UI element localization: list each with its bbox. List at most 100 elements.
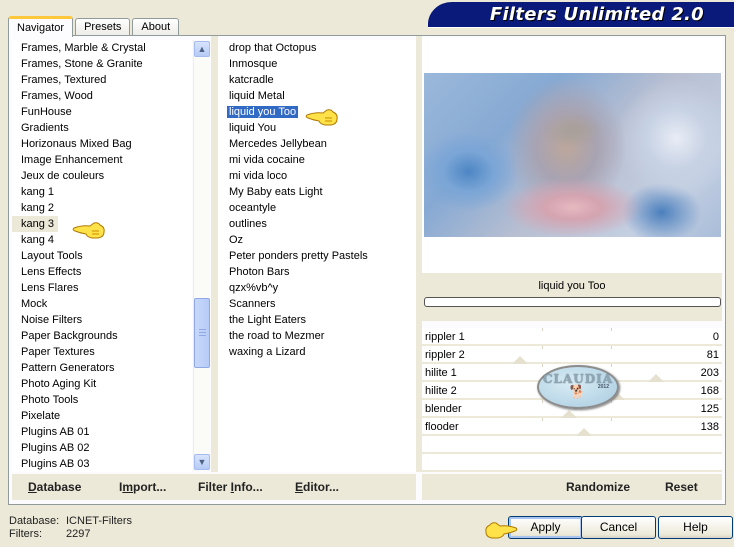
- category-item[interactable]: Pixelate: [12, 408, 192, 424]
- scroll-up-button[interactable]: ▲: [194, 41, 210, 57]
- category-scrollbar[interactable]: ▲ ▼: [193, 40, 210, 471]
- slider-thumb[interactable]: [576, 428, 592, 436]
- filter-item[interactable]: My Baby eats Light: [218, 184, 416, 200]
- database-label: Database:: [9, 515, 60, 527]
- filter-list[interactable]: drop that Octopus Inmosque katcradle liquid…: [218, 40, 416, 472]
- filter-item[interactable]: qzx%vb^y: [218, 280, 416, 296]
- category-item[interactable]: Layout Tools: [12, 248, 192, 264]
- help-button[interactable]: Help: [658, 516, 733, 539]
- category-item[interactable]: Photo Tools: [12, 392, 192, 408]
- import-button[interactable]: Import...: [119, 480, 166, 494]
- slider-thumb[interactable]: [648, 374, 664, 382]
- filter-label: drop that Octopus: [229, 42, 317, 54]
- filter-item[interactable]: outlines: [218, 216, 416, 232]
- filter-label: mi vida loco: [229, 170, 288, 182]
- filter-item[interactable]: the road to Mezmer: [218, 328, 416, 344]
- tab-presets[interactable]: Presets: [75, 18, 131, 36]
- category-item[interactable]: FunHouse: [12, 104, 192, 120]
- cancel-button[interactable]: Cancel: [581, 516, 656, 539]
- filter-label: Peter ponders pretty Pastels: [229, 250, 368, 262]
- tab-navigator[interactable]: Navigator: [8, 16, 74, 37]
- category-label: Lens Effects: [21, 266, 82, 278]
- category-item[interactable]: Lens Flares: [12, 280, 192, 296]
- category-item[interactable]: Lens Effects: [12, 264, 192, 280]
- filter-item[interactable]: Inmosque: [218, 56, 416, 72]
- editor-button[interactable]: Editor...: [295, 480, 339, 494]
- parameter-slider[interactable]: flooder 138: [422, 418, 722, 436]
- filter-item[interactable]: oceantyle: [218, 200, 416, 216]
- category-item[interactable]: kang 1: [12, 184, 192, 200]
- filter-label: waxing a Lizard: [229, 346, 306, 358]
- database-button[interactable]: Database: [28, 480, 81, 494]
- category-label: Paper Textures: [21, 346, 95, 358]
- slider-value: 138: [700, 421, 719, 433]
- category-label: Frames, Textured: [21, 74, 107, 86]
- category-item[interactable]: Paper Backgrounds: [12, 328, 192, 344]
- slider-thumb[interactable]: [561, 410, 577, 418]
- category-item[interactable]: Plugins AB 02: [12, 440, 192, 456]
- filter-item[interactable]: waxing a Lizard: [218, 344, 416, 360]
- category-item[interactable]: Jeux de couleurs: [12, 168, 192, 184]
- category-item[interactable]: Gradients: [12, 120, 192, 136]
- scroll-thumb[interactable]: [194, 298, 210, 368]
- category-label: Lens Flares: [21, 282, 79, 294]
- preview-filter-name: liquid you Too: [538, 280, 606, 292]
- filters-count: 2297: [66, 528, 91, 540]
- preview-actions: Randomize Reset: [422, 474, 722, 500]
- filter-label: qzx%vb^y: [229, 282, 279, 294]
- slider-label: flooder: [425, 421, 459, 433]
- filter-item[interactable]: Photon Bars: [218, 264, 416, 280]
- slider-value: 0: [712, 331, 719, 343]
- pointing-hand-icon: [305, 109, 338, 126]
- filter-item[interactable]: drop that Octopus: [218, 40, 416, 56]
- slider-tick: [611, 328, 612, 331]
- filter-item[interactable]: liquid Metal: [218, 88, 416, 104]
- slider-tick: [542, 346, 543, 349]
- category-item[interactable]: Frames, Textured: [12, 72, 192, 88]
- category-item[interactable]: Mock: [12, 296, 192, 312]
- filter-label: Scanners: [229, 298, 276, 310]
- filter-item[interactable]: mi vida cocaine: [218, 152, 416, 168]
- filter-item[interactable]: Peter ponders pretty Pastels: [218, 248, 416, 264]
- filter-item[interactable]: Scanners: [218, 296, 416, 312]
- category-item[interactable]: Noise Filters: [12, 312, 192, 328]
- filter-info-button[interactable]: Filter Info...: [198, 480, 263, 494]
- category-item[interactable]: Pattern Generators: [12, 360, 192, 376]
- filter-label: oceantyle: [229, 202, 277, 214]
- category-item[interactable]: Plugins AB 01: [12, 424, 192, 440]
- filter-item[interactable]: katcradle: [218, 72, 416, 88]
- category-list[interactable]: Frames, Marble & Crystal Frames, Stone & …: [12, 40, 192, 472]
- scroll-down-button[interactable]: ▼: [194, 454, 210, 470]
- slider-tick: [542, 328, 543, 331]
- filter-label: Oz: [229, 234, 244, 246]
- pointing-hand-icon: [72, 222, 105, 239]
- reset-button[interactable]: Reset: [665, 480, 698, 494]
- slider-thumb[interactable]: [512, 356, 528, 364]
- filter-item[interactable]: Oz: [218, 232, 416, 248]
- preview-image[interactable]: [424, 73, 721, 237]
- category-label: Frames, Wood: [21, 90, 93, 102]
- slider-tick: [542, 364, 543, 367]
- category-item[interactable]: Horizonaus Mixed Bag: [12, 136, 192, 152]
- tab-about[interactable]: About: [132, 18, 180, 36]
- category-item[interactable]: Frames, Wood: [12, 88, 192, 104]
- category-item[interactable]: kang 2: [12, 200, 192, 216]
- parameter-slider[interactable]: rippler 1 0: [422, 328, 722, 346]
- apply-button[interactable]: Apply: [508, 516, 583, 539]
- category-item[interactable]: Frames, Marble & Crystal: [12, 40, 192, 56]
- status-info: Database: ICNET-Filters Filters: 2297: [9, 515, 132, 541]
- filter-item[interactable]: the Light Eaters: [218, 312, 416, 328]
- watermark-badge: CLAUDIA 2012 🐕: [537, 365, 619, 409]
- randomize-button[interactable]: Randomize: [566, 480, 630, 494]
- category-item[interactable]: Paper Textures: [12, 344, 192, 360]
- slider-label: hilite 2: [425, 385, 457, 397]
- filter-item[interactable]: Mercedes Jellybean: [218, 136, 416, 152]
- category-item[interactable]: Frames, Stone & Granite: [12, 56, 192, 72]
- category-item[interactable]: Plugins AB 03: [12, 456, 192, 472]
- slider-label: rippler 1: [425, 331, 465, 343]
- category-item[interactable]: Photo Aging Kit: [12, 376, 192, 392]
- parameter-slider[interactable]: rippler 2 81: [422, 346, 722, 364]
- filter-item[interactable]: mi vida loco: [218, 168, 416, 184]
- category-label: kang 1: [21, 186, 55, 198]
- category-item[interactable]: Image Enhancement: [12, 152, 192, 168]
